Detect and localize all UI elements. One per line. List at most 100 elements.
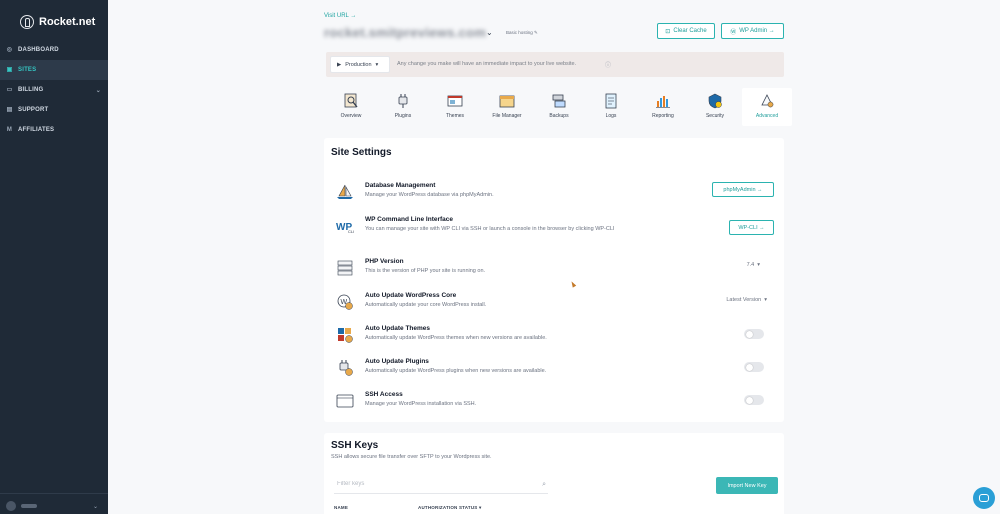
ssh-keys-title: SSH Keys xyxy=(331,440,379,451)
clear-cache-label: Clear Cache xyxy=(673,28,707,34)
chat-support-button[interactable] xyxy=(973,487,995,509)
setting-database-management: Database Management Manage your WordPres… xyxy=(334,180,774,206)
setting-ssh-access: SSH Access Manage your WordPress install… xyxy=(334,389,774,415)
setting-description: Automatically update WordPress themes wh… xyxy=(365,335,547,341)
svg-text:CLI: CLI xyxy=(348,229,354,234)
tab-plugins[interactable]: Plugins xyxy=(378,88,428,126)
avatar xyxy=(6,501,16,511)
plugins-icon xyxy=(398,94,408,108)
tab-logs[interactable]: Logs xyxy=(586,88,636,126)
account-name-redacted xyxy=(21,504,37,508)
caret-down-icon: ▾ xyxy=(757,262,760,268)
sidebar-item-label: BILLING xyxy=(18,87,44,93)
wp-cli-icon: WPCLI xyxy=(336,222,354,234)
auto-update-themes-icon xyxy=(338,328,353,343)
chevron-down-icon: ⌄ xyxy=(95,87,101,94)
core-update-value: Latest Version xyxy=(726,297,762,303)
php-version-select[interactable]: 7.4 ▾ xyxy=(747,262,760,268)
advanced-icon xyxy=(761,94,774,108)
wordpress-icon: Ⓦ xyxy=(730,29,737,36)
rocket-logo-icon xyxy=(20,15,34,29)
support-icon: ▤ xyxy=(6,106,13,113)
setting-php-version: PHP Version This is the version of PHP y… xyxy=(334,256,774,282)
wp-admin-label: WP Admin → xyxy=(739,28,775,34)
environment-select[interactable]: ▶ Production ▾ xyxy=(330,56,390,73)
wp-cli-button[interactable]: WP-CLI → xyxy=(729,220,774,235)
sidebar-item-billing[interactable]: ▭ BILLING ⌄ xyxy=(0,80,108,100)
search-icon[interactable]: ⌕ xyxy=(542,481,546,489)
sidebar-item-label: SITES xyxy=(18,67,37,73)
setting-description: Manage your WordPress database via phpMy… xyxy=(365,192,494,198)
info-icon[interactable]: ⓘ xyxy=(605,60,611,69)
ssh-access-icon xyxy=(336,394,354,408)
visit-url-link[interactable]: Visit URL → xyxy=(324,13,356,19)
column-header-authorization-status[interactable]: AUTHORIZATION STATUS ▾ xyxy=(418,505,481,511)
setting-title: WP Command Line Interface xyxy=(365,216,454,223)
tab-label: Security xyxy=(705,113,725,119)
backups-icon xyxy=(552,94,566,108)
chat-bubble-icon xyxy=(979,494,989,502)
ssh-keys-subtitle: SSH allows secure file transfer over SFT… xyxy=(331,454,492,460)
sidebar-item-label: SUPPORT xyxy=(18,107,49,113)
site-switcher-chevron-icon[interactable]: ⌄ xyxy=(486,28,493,37)
wp-admin-button[interactable]: Ⓦ WP Admin → xyxy=(721,23,784,39)
plan-tag[interactable]: Basic hosting ✎ xyxy=(506,30,538,36)
tab-label: Themes xyxy=(445,113,465,119)
themes-icon xyxy=(447,95,463,107)
setting-title: SSH Access xyxy=(365,391,403,398)
site-tabs: Overview Plugins Themes File Manager Bac… xyxy=(326,88,794,128)
caret-down-icon: ▾ xyxy=(764,297,767,303)
billing-icon: ▭ xyxy=(6,86,13,93)
tab-overview[interactable]: Overview xyxy=(326,88,376,126)
logs-icon xyxy=(605,93,617,109)
tab-advanced[interactable]: Advanced xyxy=(742,88,792,126)
security-icon xyxy=(708,93,722,109)
auto-update-plugins-toggle[interactable] xyxy=(744,362,764,372)
sidebar-item-label: DASHBOARD xyxy=(18,47,59,53)
sidebar-nav: ◎ DASHBOARD ▣ SITES ▭ BILLING ⌄ ▤ SUPPOR… xyxy=(0,40,108,140)
account-switcher[interactable]: ⌄ xyxy=(0,498,108,514)
tab-label: Plugins xyxy=(394,113,412,119)
sidebar-item-support[interactable]: ▤ SUPPORT xyxy=(0,100,108,120)
setting-title: PHP Version xyxy=(365,258,404,265)
database-management-icon xyxy=(337,184,353,199)
ssh-key-search-input[interactable] xyxy=(334,481,514,487)
environment-warning: Any change you make will have an immedia… xyxy=(397,61,577,67)
ssh-access-toggle[interactable] xyxy=(744,395,764,405)
import-new-key-button[interactable]: Import New Key xyxy=(716,477,778,494)
sidebar-item-affiliates[interactable]: M AFFILIATES xyxy=(0,120,108,140)
tab-label: Reporting xyxy=(652,113,674,119)
sites-icon: ▣ xyxy=(6,66,13,73)
tab-themes[interactable]: Themes xyxy=(430,88,480,126)
tab-security[interactable]: Security xyxy=(690,88,740,126)
sidebar-divider xyxy=(0,493,108,494)
column-header-name[interactable]: NAME xyxy=(334,505,348,510)
auto-update-themes-toggle[interactable] xyxy=(744,329,764,339)
site-domain: rocket.smitpreviews.com xyxy=(324,25,487,40)
phpmyadmin-button[interactable]: phpMyAdmin → xyxy=(712,182,774,197)
tab-backups[interactable]: Backups xyxy=(534,88,584,126)
core-update-select[interactable]: Latest Version ▾ xyxy=(723,296,770,304)
sidebar-item-sites[interactable]: ▣ SITES xyxy=(0,60,108,80)
tab-file-manager[interactable]: File Manager xyxy=(482,88,532,126)
php-version-icon xyxy=(337,260,353,276)
reporting-icon xyxy=(656,96,670,108)
tab-reporting[interactable]: Reporting xyxy=(638,88,688,126)
setting-description: Automatically update WordPress plugins w… xyxy=(365,368,547,374)
sidebar: Rocket.net ◎ DASHBOARD ▣ SITES ▭ BILLING… xyxy=(0,0,108,514)
play-icon: ▶ xyxy=(337,61,342,68)
sidebar-item-dashboard[interactable]: ◎ DASHBOARD xyxy=(0,40,108,60)
dashboard-icon: ◎ xyxy=(6,46,13,53)
setting-title: Auto Update Themes xyxy=(365,325,431,332)
clear-cache-button[interactable]: ⊡ Clear Cache xyxy=(657,23,715,39)
site-settings-title: Site Settings xyxy=(331,147,392,158)
file-manager-icon xyxy=(499,95,515,108)
setting-description: You can manage your site with WP CLI via… xyxy=(365,226,615,232)
php-version-value: 7.4 xyxy=(746,262,755,268)
auto-update-core-icon: W xyxy=(337,294,353,310)
ssh-keys-card: SSH Keys SSH allows secure file transfer… xyxy=(324,433,784,514)
brand-logo[interactable]: Rocket.net xyxy=(0,0,108,34)
tab-label: File Manager xyxy=(492,113,522,119)
ssh-key-search: ⌕ xyxy=(334,480,548,494)
chevron-down-icon: ⌄ xyxy=(92,503,98,510)
